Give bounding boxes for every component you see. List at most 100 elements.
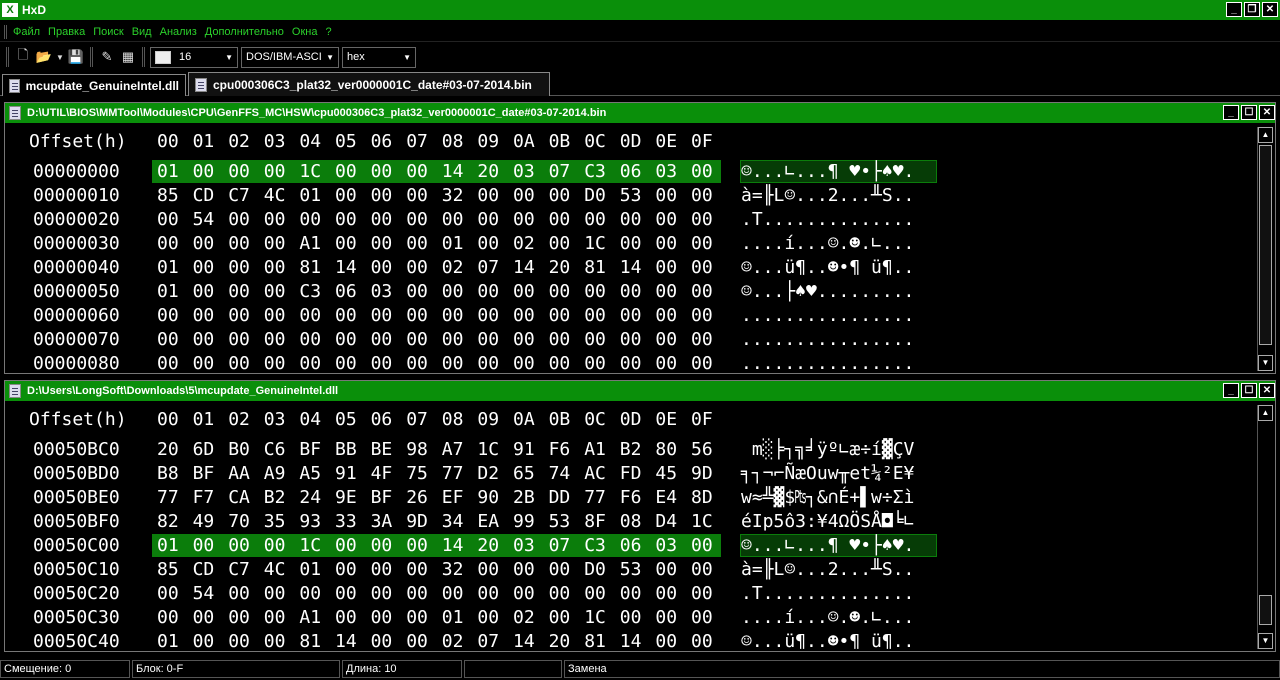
hex-byte[interactable]: 00 — [193, 281, 217, 302]
hex-byte[interactable]: 00 — [193, 607, 217, 628]
menu-edit[interactable]: Правка — [48, 26, 85, 38]
hex-byte[interactable]: 00 — [228, 535, 252, 556]
hex-byte[interactable]: 00 — [691, 559, 715, 580]
hex-byte[interactable]: 81 — [299, 631, 323, 651]
hex-byte[interactable]: 14 — [442, 161, 466, 182]
hex-byte[interactable]: 00 — [264, 583, 288, 604]
hex-byte[interactable]: 93 — [299, 511, 323, 532]
hex-byte[interactable]: 00 — [513, 209, 537, 230]
hex-byte[interactable]: 20 — [157, 439, 181, 460]
hex-byte[interactable]: F7 — [193, 487, 217, 508]
menu-help[interactable]: ? — [325, 26, 331, 38]
hex-byte[interactable]: 00 — [264, 209, 288, 230]
hex-byte[interactable]: 00 — [549, 233, 573, 254]
hex-byte[interactable]: 00 — [406, 209, 430, 230]
hex-byte[interactable]: 00 — [620, 583, 644, 604]
hex-byte[interactable]: 14 — [620, 257, 644, 278]
menu-window[interactable]: Окна — [292, 26, 318, 38]
offset-base-select[interactable]: hex ▼ — [342, 46, 416, 68]
scroll-up-icon[interactable]: ▲ — [1258, 405, 1273, 421]
text-column[interactable]: à=╟L☺...2...╨S.. — [741, 559, 914, 580]
hex-byte[interactable]: 00 — [513, 305, 537, 326]
ram-icon[interactable]: ▦ — [119, 48, 137, 66]
hex-byte[interactable]: 00 — [157, 305, 181, 326]
hex-byte[interactable]: 00 — [406, 161, 430, 182]
hex-byte[interactable]: 00 — [549, 281, 573, 302]
hex-byte[interactable]: 14 — [513, 257, 537, 278]
tab-mcupdate[interactable]: mcupdate_GenuineIntel.dll — [2, 74, 186, 96]
hex-byte[interactable]: 01 — [157, 281, 181, 302]
hex-byte[interactable]: 00 — [406, 305, 430, 326]
hex-byte[interactable]: 00 — [228, 257, 252, 278]
hex-byte[interactable]: 00 — [549, 607, 573, 628]
text-column[interactable]: m░╞┐╗╛ÿº∟æ÷í▓ÇV — [741, 439, 915, 460]
hex-byte[interactable]: 00 — [371, 257, 395, 278]
hex-byte[interactable]: 34 — [442, 511, 466, 532]
hex-byte[interactable]: 00 — [655, 583, 679, 604]
hex-byte[interactable]: 20 — [549, 257, 573, 278]
vertical-scrollbar[interactable]: ▲ ▼ — [1257, 127, 1273, 371]
hex-byte[interactable]: 00 — [193, 535, 217, 556]
hex-byte[interactable]: 85 — [157, 559, 181, 580]
hex-byte[interactable]: BE — [371, 439, 395, 460]
hex-byte[interactable]: 85 — [157, 185, 181, 206]
scrollbar-thumb[interactable] — [1259, 145, 1272, 345]
hex-byte[interactable]: 00 — [620, 329, 644, 350]
close-button[interactable]: ✕ — [1262, 2, 1278, 17]
hex-byte[interactable]: 8F — [584, 511, 608, 532]
hex-byte[interactable]: AC — [584, 463, 608, 484]
hex-byte[interactable]: BF — [371, 487, 395, 508]
hex-byte[interactable]: 26 — [406, 487, 430, 508]
hex-byte[interactable]: 03 — [655, 535, 679, 556]
text-column[interactable]: ☺...∟...¶ ♥•├♠♥. — [741, 535, 914, 556]
hex-byte[interactable]: 00 — [549, 329, 573, 350]
hex-byte[interactable]: 00 — [655, 185, 679, 206]
hex-byte[interactable]: B2 — [264, 487, 288, 508]
hex-byte[interactable]: 00 — [655, 353, 679, 373]
hex-byte[interactable]: 00 — [655, 559, 679, 580]
hex-byte[interactable]: 00 — [584, 209, 608, 230]
hex-byte[interactable]: 01 — [299, 559, 323, 580]
hex-byte[interactable]: 99 — [513, 511, 537, 532]
hex-byte[interactable]: 00 — [442, 353, 466, 373]
hex-byte[interactable]: D0 — [584, 559, 608, 580]
text-column[interactable]: ☺...∟...¶ ♥•├♠♥. — [741, 161, 914, 182]
hex-byte[interactable]: 00 — [335, 185, 359, 206]
hex-byte[interactable]: 00 — [406, 233, 430, 254]
hex-byte[interactable]: 00 — [193, 305, 217, 326]
hex-byte[interactable]: 01 — [157, 257, 181, 278]
maximize-button[interactable]: ❐ — [1244, 2, 1260, 17]
hex-byte[interactable]: 9E — [335, 487, 359, 508]
hex-byte[interactable]: 00 — [691, 161, 715, 182]
hex-byte[interactable]: 07 — [549, 535, 573, 556]
hex-byte[interactable]: A1 — [299, 607, 323, 628]
hex-byte[interactable]: 01 — [157, 631, 181, 651]
hex-byte[interactable]: 00 — [228, 329, 252, 350]
hex-byte[interactable]: B2 — [620, 439, 644, 460]
text-column[interactable]: ☺...├♠♥......... — [741, 281, 914, 302]
hex-byte[interactable]: 00 — [371, 353, 395, 373]
hex-byte[interactable]: 65 — [513, 463, 537, 484]
hex-byte[interactable]: 00 — [549, 305, 573, 326]
hex-byte[interactable]: 00 — [691, 607, 715, 628]
hex-byte[interactable]: 32 — [442, 559, 466, 580]
hex-byte[interactable]: 00 — [477, 583, 501, 604]
hex-byte[interactable]: 00 — [406, 559, 430, 580]
hex-byte[interactable]: BF — [299, 439, 323, 460]
save-icon[interactable]: 💾 — [67, 48, 85, 66]
hex-byte[interactable]: 00 — [620, 281, 644, 302]
menu-file[interactable]: Файл — [13, 26, 40, 38]
hex-byte[interactable]: 00 — [477, 209, 501, 230]
hex-byte[interactable]: 9D — [691, 463, 715, 484]
hex-byte[interactable]: 70 — [228, 511, 252, 532]
hex-byte[interactable]: 00 — [442, 209, 466, 230]
hex-byte[interactable]: 00 — [406, 353, 430, 373]
hex-byte[interactable]: 00 — [442, 583, 466, 604]
hex-byte[interactable]: 01 — [299, 185, 323, 206]
hex-byte[interactable]: 00 — [477, 281, 501, 302]
hex-byte[interactable]: 00 — [193, 631, 217, 651]
hex-byte[interactable]: 53 — [549, 511, 573, 532]
hex-byte[interactable]: 00 — [620, 209, 644, 230]
hex-byte[interactable]: 00 — [513, 281, 537, 302]
hex-byte[interactable]: 00 — [406, 257, 430, 278]
